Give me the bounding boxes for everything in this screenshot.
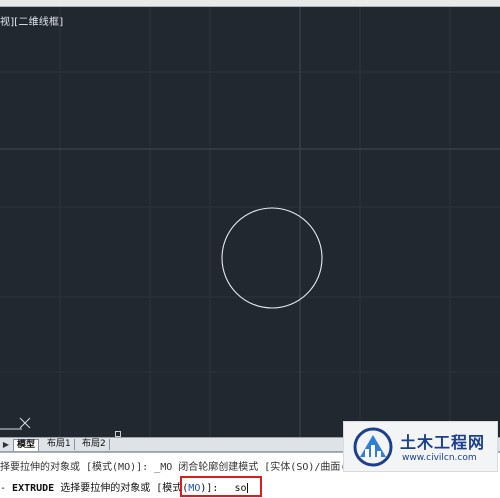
tab-scroll-arrow-icon[interactable]: ▶: [0, 438, 12, 451]
watermark-emblem-icon: [353, 427, 393, 467]
ucs-icon: [0, 417, 31, 430]
prompt-prefix: -: [0, 483, 13, 494]
tab-model[interactable]: 模型: [13, 439, 40, 451]
watermark-logo: 土木工程网 www.civilcn.com: [343, 421, 498, 472]
input-highlight-box: [180, 476, 262, 497]
top-toolbar-strip: [0, 0, 500, 7]
watermark-title: 土木工程网: [400, 433, 486, 452]
watermark-url: www.civilcn.com: [402, 453, 477, 463]
viewport-view-label[interactable]: 视][二维线框]: [0, 13, 63, 28]
drawing-viewport[interactable]: 视][二维线框]: [0, 7, 500, 437]
tab-layout1[interactable]: 布局1: [44, 439, 75, 450]
prompt-text-before: 选择要拉伸的对象或 [模式(: [54, 483, 189, 494]
prompt-keyword: EXTRUDE: [12, 483, 55, 494]
drawn-circle[interactable]: [221, 207, 323, 309]
tab-layout2[interactable]: 布局2: [79, 439, 110, 450]
grid-overlay: [0, 7, 500, 437]
